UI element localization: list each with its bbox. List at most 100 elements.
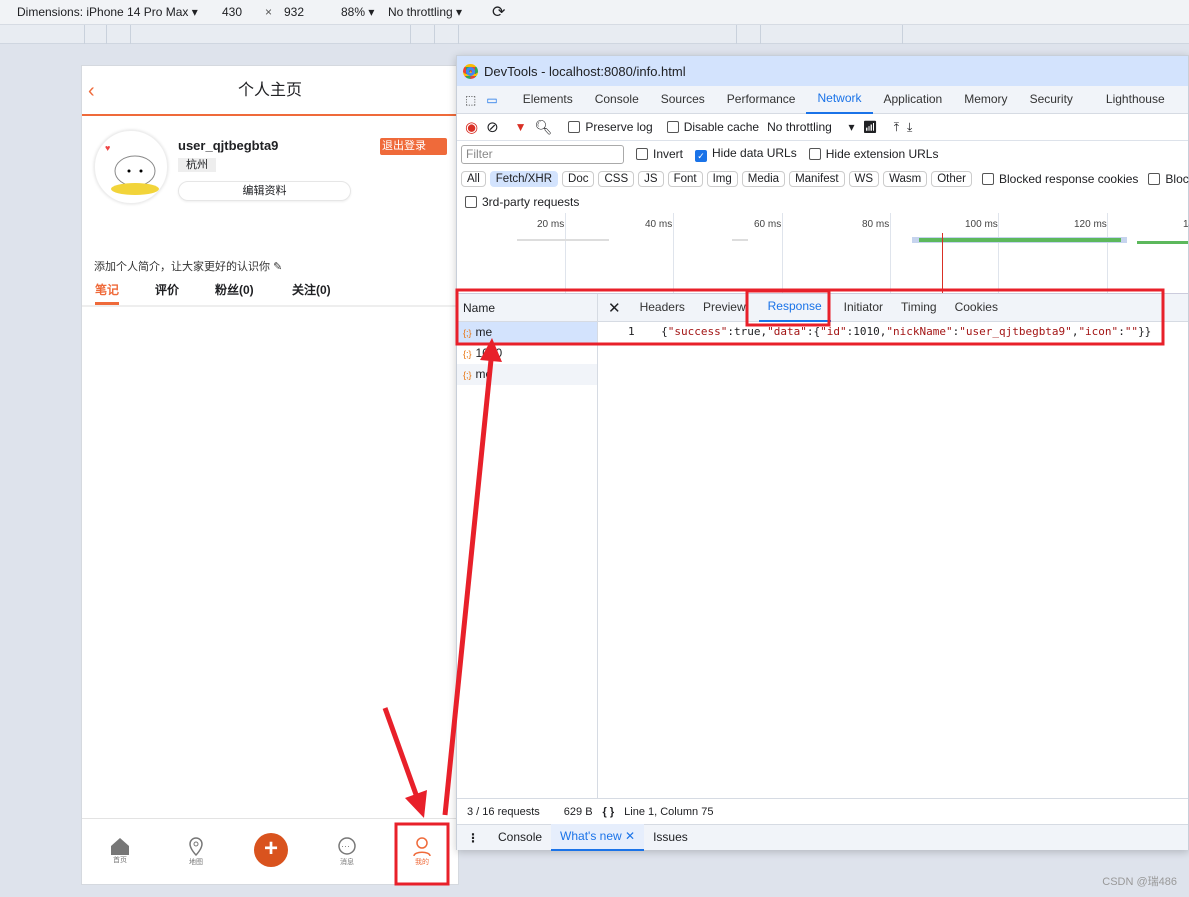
drawer-tabs: ⋮ Console What's new ✕ Issues xyxy=(457,824,1188,851)
watermark: CSDN @瑞486 xyxy=(1102,876,1177,888)
tab-response[interactable]: Response xyxy=(758,293,831,322)
inspect-icon[interactable]: ⬚ xyxy=(457,93,482,107)
tab-performance[interactable]: Performance xyxy=(716,86,807,113)
drawer-tab-issues[interactable]: Issues xyxy=(644,825,697,850)
tab-application[interactable]: Application xyxy=(873,86,954,113)
bottom-tab-bar: 首页 地图 + ··· 消息 我的 xyxy=(82,818,458,884)
back-icon[interactable]: ‹ xyxy=(88,66,95,116)
tab-timing[interactable]: Timing xyxy=(892,294,946,321)
add-button[interactable]: + xyxy=(251,833,291,867)
chip-font[interactable]: Font xyxy=(667,171,703,187)
third-party-checkbox[interactable]: 3rd-party requests xyxy=(457,191,1188,213)
device-select[interactable]: Dimensions: iPhone 14 Pro Max ▾ xyxy=(17,5,198,19)
blocked-requests-checkbox[interactable]: Block xyxy=(1148,172,1189,186)
record-icon[interactable]: ◉ xyxy=(465,118,478,136)
height-input[interactable]: 932 xyxy=(284,5,304,19)
width-input[interactable]: 430 xyxy=(222,5,242,19)
tab-preview[interactable]: Preview xyxy=(694,294,755,321)
blocked-cookies-checkbox[interactable]: Blocked response cookies xyxy=(982,172,1138,186)
device-toggle-icon[interactable]: ▭ xyxy=(482,93,511,107)
throttling-select[interactable]: No throttling ▾ xyxy=(388,5,462,19)
cursor-position: Line 1, Column 75 xyxy=(624,805,714,818)
chip-fetch-xhr[interactable]: Fetch/XHR xyxy=(489,171,559,187)
chip-manifest[interactable]: Manifest xyxy=(789,171,845,187)
phone-viewport: ‹ 个人主页 ♥ user_qjtbegbta9 杭州 编辑资料 退出登录 添加… xyxy=(81,65,459,885)
waterfall-bar xyxy=(732,239,748,241)
logout-button[interactable]: 退出登录 xyxy=(380,138,447,155)
invert-checkbox[interactable]: Invert xyxy=(636,147,683,161)
chip-all[interactable]: All xyxy=(461,171,486,187)
rotate-icon[interactable]: ⟳ xyxy=(492,2,505,22)
name-column-header[interactable]: Name xyxy=(457,294,597,322)
tab-following[interactable]: 关注(0) xyxy=(292,281,331,298)
network-timeline[interactable]: 20 ms 40 ms 60 ms 80 ms 100 ms 120 ms 14 xyxy=(457,213,1189,294)
hide-data-urls-checkbox[interactable]: ✓ Hide data URLs xyxy=(695,146,797,162)
filter-row: Filter Invert ✓ Hide data URLs Hide exten… xyxy=(457,141,1188,167)
chip-css[interactable]: CSS xyxy=(598,171,635,187)
export-har-icon[interactable]: ⤓ xyxy=(907,120,912,135)
network-toolbar: ◉ ⊘ ▼ 🔍︎ Preserve log Disable cache No t… xyxy=(457,114,1188,141)
zoom-select[interactable]: 88% ▾ xyxy=(341,5,374,19)
avatar[interactable]: ♥ xyxy=(94,130,168,204)
preserve-log-checkbox[interactable]: Preserve log xyxy=(568,120,653,134)
tab-network[interactable]: Network xyxy=(806,85,873,114)
drawer-tab-console[interactable]: Console xyxy=(489,825,551,850)
drawer-tab-whats-new[interactable]: What's new ✕ xyxy=(551,824,645,851)
tick-140ms: 14 xyxy=(1183,219,1189,230)
chip-js[interactable]: JS xyxy=(638,171,664,187)
tab-fans[interactable]: 粉丝(0) xyxy=(215,281,254,298)
load-marker xyxy=(942,233,943,293)
window-title: DevTools - localhost:8080/info.html xyxy=(484,63,686,79)
tabbar-map[interactable]: 地图 xyxy=(176,837,216,867)
filter-input[interactable]: Filter xyxy=(461,144,624,164)
bio-prompt[interactable]: 添加个人简介，让大家更好的认识你 ✎ xyxy=(94,258,282,274)
tab-memory[interactable]: Memory xyxy=(953,86,1018,113)
tick-120ms: 120 ms xyxy=(1074,219,1107,230)
edit-profile-button[interactable]: 编辑资料 xyxy=(178,181,351,201)
tab-lighthouse[interactable]: Lighthouse xyxy=(1084,86,1176,113)
page-header: ‹ 个人主页 xyxy=(82,66,458,116)
close-icon[interactable]: ✕ xyxy=(598,299,631,317)
tick-60ms: 60 ms xyxy=(754,219,782,230)
tab-headers[interactable]: Headers xyxy=(631,294,694,321)
tab-reviews[interactable]: 评价 xyxy=(155,281,179,298)
chip-other[interactable]: Other xyxy=(931,171,972,187)
tab-elements[interactable]: Elements xyxy=(512,86,584,113)
throttling-select[interactable]: No throttling ▾ xyxy=(767,120,854,134)
request-row[interactable]: {;} 1010 xyxy=(457,343,597,364)
tab-initiator[interactable]: Initiator xyxy=(835,294,892,321)
tab-console[interactable]: Console xyxy=(584,86,650,113)
search-icon[interactable]: 🔍︎ xyxy=(535,119,553,136)
pretty-print-icon[interactable]: { } xyxy=(603,806,615,818)
chip-wasm[interactable]: Wasm xyxy=(883,171,928,187)
request-row[interactable]: {;} me xyxy=(457,322,597,343)
network-conditions-icon[interactable]: 📶︎ xyxy=(863,120,878,134)
chip-img[interactable]: Img xyxy=(706,171,738,187)
clear-icon[interactable]: ⊘ xyxy=(486,118,499,136)
request-details: ✕ Headers Preview Response Initiator Tim… xyxy=(598,294,1188,798)
filter-icon[interactable]: ▼ xyxy=(515,120,527,134)
more-icon[interactable]: ⋮ xyxy=(457,831,489,845)
profile-tabs: 笔记 评价 粉丝(0) 关注(0) xyxy=(82,281,458,307)
tab-cookies[interactable]: Cookies xyxy=(946,294,1007,321)
hide-extension-urls-checkbox[interactable]: Hide extension URLs xyxy=(808,147,938,161)
disable-cache-checkbox[interactable]: Disable cache xyxy=(666,120,759,134)
tabbar-me[interactable]: 我的 xyxy=(402,837,442,867)
chip-media[interactable]: Media xyxy=(741,171,786,187)
tick-20ms: 20 ms xyxy=(537,219,565,230)
tab-notes[interactable]: 笔记 xyxy=(95,281,120,305)
chip-doc[interactable]: Doc xyxy=(562,171,595,187)
svg-text:♥: ♥ xyxy=(105,143,110,153)
chip-ws[interactable]: WS xyxy=(848,171,880,187)
tick-100ms: 100 ms xyxy=(965,219,998,230)
tabbar-home[interactable]: 首页 xyxy=(100,837,140,865)
times-sign: × xyxy=(265,5,273,19)
import-har-icon[interactable]: ⤒ xyxy=(894,120,899,135)
tabbar-messages[interactable]: ··· 消息 xyxy=(327,837,367,867)
response-body[interactable]: 1 {"success":true,"data":{"id":1010,"nic… xyxy=(598,322,1188,342)
tab-sources[interactable]: Sources xyxy=(650,86,716,113)
city-tag: 杭州 xyxy=(178,158,216,172)
tab-security[interactable]: Security xyxy=(1019,86,1084,113)
map-pin-icon xyxy=(189,837,203,857)
request-row[interactable]: {;} me xyxy=(457,364,597,385)
